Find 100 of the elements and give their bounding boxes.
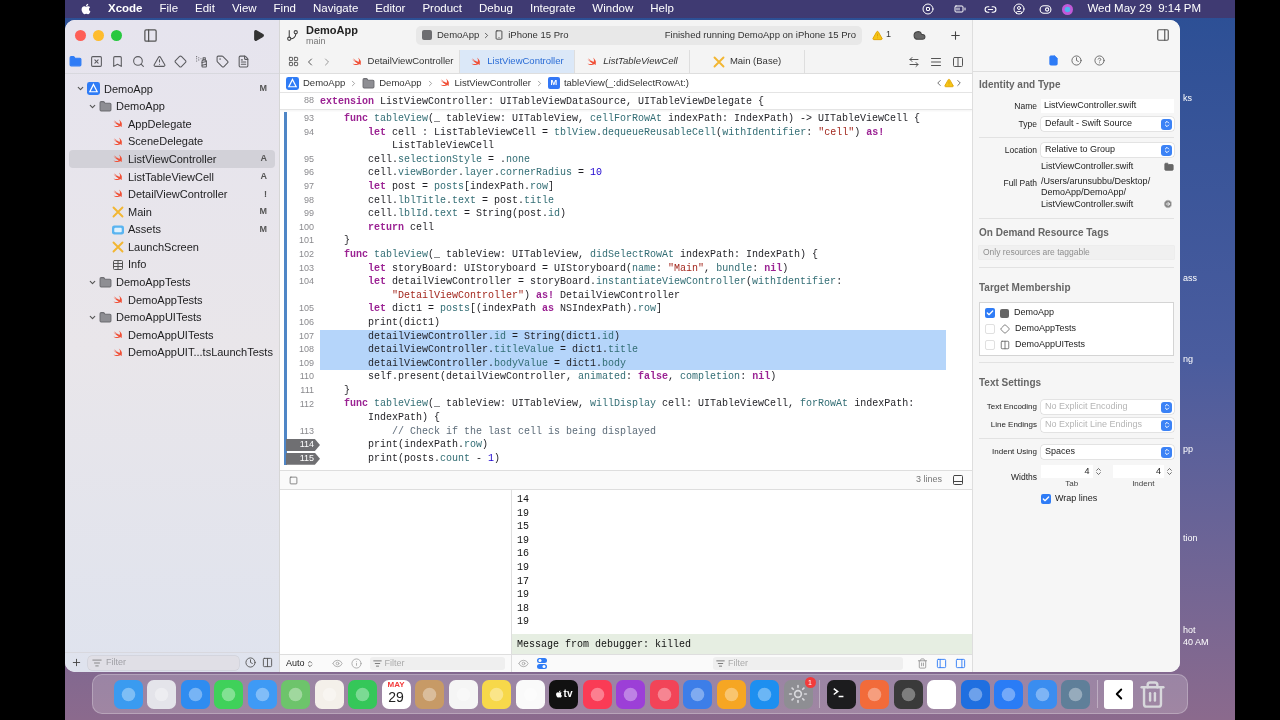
eye-icon[interactable]	[331, 658, 343, 669]
x-square-icon[interactable]	[90, 55, 103, 68]
breadcrumb-item[interactable]: ListViewController	[454, 75, 531, 91]
toggle-icon[interactable]	[537, 658, 547, 669]
menu-item[interactable]: Debug	[479, 0, 513, 18]
app-icon[interactable]	[960, 679, 990, 709]
diamond-icon[interactable]	[174, 55, 187, 68]
back-icon[interactable]	[1104, 679, 1133, 709]
menu-item[interactable]: Editor	[375, 0, 406, 18]
app-icon[interactable]	[893, 679, 923, 709]
file-tree-item[interactable]: DetailViewController !	[69, 185, 275, 204]
document-icon[interactable]	[237, 55, 250, 68]
breadcrumb-item[interactable]: DemoApp	[379, 75, 422, 91]
swap-icon[interactable]	[908, 55, 920, 68]
menu-item[interactable]: View	[231, 0, 257, 18]
trash-icon[interactable]	[917, 658, 928, 669]
run-button[interactable]	[252, 28, 265, 42]
panel-right-icon[interactable]	[955, 658, 966, 669]
search-icon[interactable]	[132, 55, 145, 68]
next-issue-icon[interactable]	[954, 78, 964, 88]
file-tree-item[interactable]: Assets M	[69, 220, 275, 239]
popup-button[interactable]: Default - Swift Source	[1041, 117, 1174, 131]
file-tree-item[interactable]: DemoApp M	[69, 80, 275, 98]
menu-item[interactable]: Help	[650, 0, 674, 18]
menu-item[interactable]: Xcode	[108, 0, 143, 18]
breadcrumb-item[interactable]: DemoApp	[303, 75, 346, 91]
breakpoint-marker[interactable]: 114	[286, 439, 320, 452]
scope-selector[interactable]: Auto	[286, 656, 314, 671]
project-name[interactable]: DemoApp	[306, 23, 416, 36]
warning-count[interactable]: 1	[886, 28, 891, 42]
cloud-icon[interactable]	[913, 28, 926, 42]
grid-icon[interactable]	[288, 56, 299, 67]
toggle-icon[interactable]	[1039, 2, 1053, 16]
file-tree-item[interactable]: ListTableViewCell A	[69, 167, 275, 186]
file-tree-item[interactable]: SceneDelegate	[69, 132, 275, 151]
sidebar-toggle-icon[interactable]	[143, 27, 158, 43]
panel-left-icon[interactable]	[936, 658, 947, 669]
folder-icon[interactable]	[1164, 161, 1174, 172]
editor-tab[interactable]: ListTableViewCell	[575, 50, 690, 73]
reveal-icon[interactable]	[1163, 199, 1173, 209]
destination-selector[interactable]: iPhone 15 Pro	[508, 27, 569, 43]
checkbox[interactable]	[985, 324, 995, 334]
menu-item[interactable]: Edit	[195, 0, 215, 18]
menu-item[interactable]: File	[159, 0, 179, 18]
close-button[interactable]	[75, 29, 86, 41]
checkbox[interactable]	[985, 340, 995, 350]
file-tree-item[interactable]: ListViewController A	[69, 150, 275, 168]
stepper-icon[interactable]	[1165, 466, 1174, 477]
panel-icon[interactable]	[952, 474, 964, 486]
menu-item[interactable]: Navigate	[312, 0, 359, 18]
file-tree-item[interactable]: DemoAppTests	[69, 291, 275, 309]
file-tree-item[interactable]: LaunchScreen	[69, 238, 275, 256]
breakpoint-marker[interactable]: 115	[286, 452, 320, 465]
apple-icon[interactable]	[80, 3, 92, 15]
app-icon[interactable]	[515, 679, 545, 709]
zoom-button[interactable]	[111, 29, 122, 41]
app-icon[interactable]	[214, 679, 243, 709]
stepper-icon[interactable]	[1093, 466, 1103, 477]
split-icon[interactable]	[952, 55, 964, 68]
file-tree-item[interactable]: DemoApp	[69, 97, 275, 116]
file-tree-item[interactable]: DemoAppUITests	[69, 326, 275, 344]
tag-icon[interactable]	[216, 55, 229, 68]
menu-item[interactable]: Find	[273, 0, 296, 18]
popup-button[interactable]: Relative to Group	[1041, 143, 1174, 157]
info-icon[interactable]	[350, 658, 362, 669]
app-icon[interactable]	[314, 679, 344, 709]
calendar-icon[interactable]: MAY 29	[381, 679, 411, 709]
menu-item[interactable]: Product	[422, 0, 463, 18]
app-icon[interactable]	[415, 679, 444, 709]
editor-tab[interactable]: Main (Base)	[690, 50, 805, 73]
tv-icon[interactable]: tv	[549, 679, 578, 709]
menu-item[interactable]: Window	[592, 0, 634, 18]
lines-icon[interactable]	[930, 55, 942, 68]
checkbox[interactable]	[985, 308, 995, 318]
inspector-toggle-icon[interactable]	[1156, 28, 1170, 42]
editor-tab[interactable]: ListViewController	[460, 50, 575, 73]
previous-issue-icon[interactable]	[934, 78, 944, 88]
folder-icon[interactable]	[69, 55, 82, 68]
file-tree-item[interactable]: AppDelegate	[69, 115, 275, 133]
user-icon[interactable]	[1013, 3, 1026, 15]
split-icon[interactable]	[262, 657, 273, 668]
popup-button[interactable]: Spaces	[1041, 445, 1174, 459]
hide-icon[interactable]	[288, 475, 299, 485]
file-tree-item[interactable]: Main M	[69, 203, 275, 221]
scheme-selector[interactable]: DemoApp	[437, 27, 480, 43]
file-tree-item[interactable]: DemoAppUITests	[69, 308, 275, 327]
name-field[interactable]: ListViewController.swift	[1041, 99, 1174, 113]
spray-can-icon[interactable]	[195, 55, 208, 68]
file-tree-item[interactable]: DemoAppUIT...tsLaunchTests	[69, 343, 275, 362]
app-icon[interactable]	[616, 679, 645, 709]
app-icon[interactable]	[247, 679, 277, 709]
orb-icon[interactable]	[1062, 3, 1074, 15]
clock-icon[interactable]	[245, 657, 256, 668]
add-icon[interactable]	[71, 657, 82, 668]
app-icon[interactable]	[683, 679, 712, 709]
app-icon[interactable]	[927, 679, 956, 709]
clock-icon[interactable]	[1071, 55, 1082, 66]
document-icon[interactable]	[1048, 55, 1059, 66]
checkbox[interactable]	[1041, 493, 1051, 504]
app-icon[interactable]	[1061, 679, 1090, 709]
